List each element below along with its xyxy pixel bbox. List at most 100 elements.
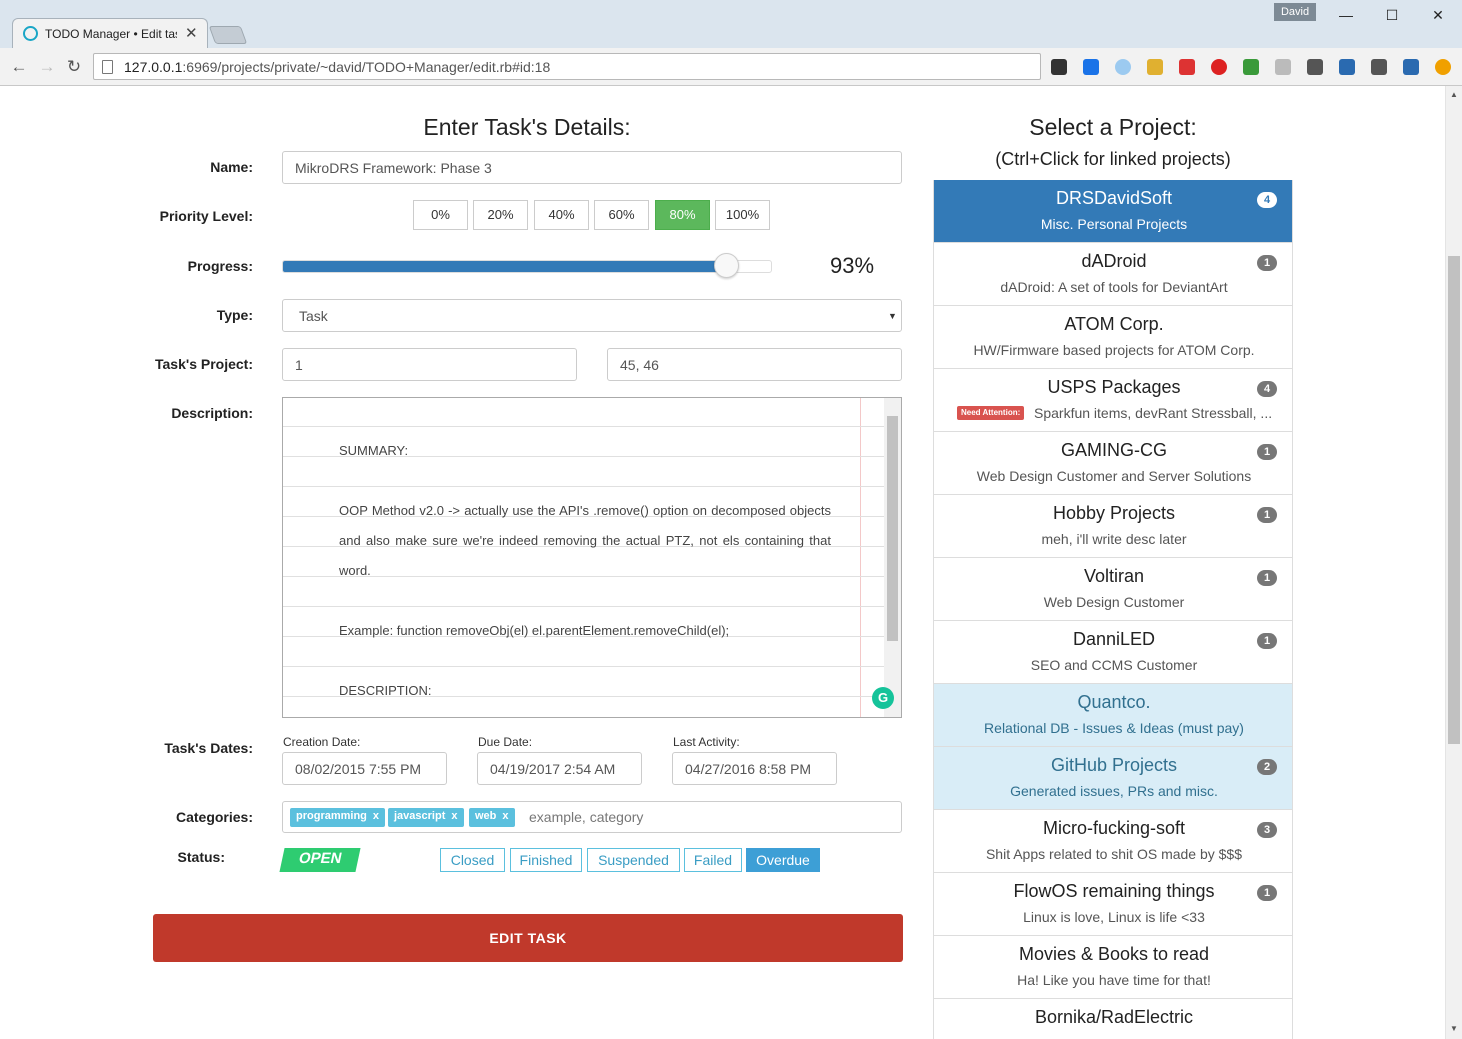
extension-icon[interactable] [1083, 59, 1099, 75]
mail-icon[interactable] [1371, 59, 1387, 75]
primary-project-input[interactable]: 1 [282, 348, 577, 381]
extension-icon[interactable] [1275, 59, 1291, 75]
forward-arrow-icon[interactable]: → [36, 56, 58, 78]
page-scrollbar[interactable]: ▲ ▼ [1445, 86, 1462, 1039]
task-count-badge: 1 [1257, 633, 1277, 649]
project-list-item[interactable]: DanniLED SEO and CCMS Customer 1 [934, 621, 1292, 684]
address-bar[interactable]: 127.0.0.1:6969/projects/private/~david/T… [93, 53, 1041, 80]
status-failed-button[interactable]: Failed [684, 848, 742, 872]
due-date-input[interactable]: 04/19/2017 2:54 AM [477, 752, 642, 785]
priority-40-button[interactable]: 40% [534, 200, 589, 230]
description-scrollbar-thumb[interactable] [887, 416, 898, 641]
back-arrow-icon[interactable]: ← [8, 56, 30, 78]
creation-date-input[interactable]: 08/02/2015 7:55 PM [282, 752, 447, 785]
edit-task-button[interactable]: EDIT TASK [153, 914, 903, 962]
type-label: Type: [216, 307, 253, 323]
extension-icon[interactable] [1115, 59, 1131, 75]
project-list-item[interactable]: ATOM Corp. HW/Firmware based projects for… [934, 306, 1292, 369]
window-close-button[interactable]: ✕ [1416, 4, 1460, 26]
project-name: Movies & Books to read [1018, 944, 1210, 964]
status-suspended-button[interactable]: Suspended [587, 848, 680, 872]
category-tag[interactable]: web x [469, 808, 515, 827]
scroll-down-icon[interactable]: ▼ [1450, 1024, 1458, 1033]
ruled-line [283, 606, 885, 607]
remove-tag-icon[interactable]: x [451, 810, 457, 822]
progress-slider-handle[interactable] [714, 253, 740, 278]
project-list: DRSDavidSoft Misc. Personal Projects 4 dADr… [933, 180, 1293, 1039]
project-list-hint: (Ctrl+Click for linked projects) [995, 149, 1231, 169]
name-label: Name: [210, 159, 253, 175]
project-label: Task's Project: [155, 356, 253, 372]
task-count-badge: 4 [1257, 192, 1277, 208]
status-closed-button[interactable]: Closed [440, 848, 505, 872]
ruled-line [283, 426, 885, 427]
maximize-button[interactable]: ☐ [1370, 4, 1414, 26]
extension-icon[interactable] [1147, 59, 1163, 75]
priority-0-button[interactable]: 0% [413, 200, 468, 230]
category-tag-label: javascript [394, 810, 446, 822]
progress-fill [283, 261, 728, 272]
extension-icon[interactable] [1243, 59, 1259, 75]
name-input[interactable]: MikroDRS Framework: Phase 3 [282, 151, 902, 184]
project-list-item[interactable]: GAMING-CG Web Design Customer and Server … [934, 432, 1292, 495]
task-count-badge: 1 [1257, 444, 1277, 460]
progress-slider[interactable] [282, 260, 772, 273]
description-scrollbar[interactable] [884, 398, 901, 717]
adblock-icon[interactable] [1211, 59, 1227, 75]
last-activity-input[interactable]: 04/27/2016 8:58 PM [672, 752, 837, 785]
project-name: Micro-fucking-soft [1042, 818, 1186, 838]
project-name: USPS Packages [1047, 377, 1181, 397]
profile-user-badge[interactable]: David [1274, 3, 1316, 21]
project-list-item[interactable]: Hobby Projects meh, i'll write desc later… [934, 495, 1292, 558]
tab-close-icon[interactable]: ✕ [185, 24, 198, 42]
scrollbar-thumb[interactable] [1448, 256, 1460, 744]
project-list-item[interactable]: Quantco. Relational DB - Issues & Ideas (… [934, 684, 1292, 747]
priority-100-button[interactable]: 100% [715, 200, 770, 230]
progress-label: Progress: [187, 258, 253, 274]
description-textarea[interactable]: SUMMARY: OOP Method v2.0 -> actually use… [282, 397, 902, 718]
project-list-item[interactable]: FlowOS remaining things Linux is love, Li… [934, 873, 1292, 936]
minimize-button[interactable]: — [1324, 4, 1368, 26]
priority-60-button[interactable]: 60% [594, 200, 649, 230]
extension-icon[interactable] [1339, 59, 1355, 75]
extension-icon[interactable] [1179, 59, 1195, 75]
project-description: Sparkfun items, devRant Stressball, ... [1034, 405, 1273, 421]
category-tag[interactable]: programming x [290, 808, 386, 827]
project-list-item[interactable]: Micro-fucking-soft Shit Apps related to s… [934, 810, 1292, 873]
status-label: Status: [177, 849, 225, 865]
project-list-item[interactable]: dADroid dADroid: A set of tools for Devia… [934, 243, 1292, 306]
project-list-item[interactable]: Voltiran Web Design Customer 1 [934, 558, 1292, 621]
project-list-item[interactable]: USPS Packages Sparkfun items, devRant Str… [934, 369, 1292, 432]
browser-tab[interactable]: TODO Manager • Edit task ✕ [12, 18, 208, 48]
search-icon[interactable] [1403, 59, 1419, 75]
project-name: GAMING-CG [1061, 440, 1167, 460]
extension-icon[interactable] [1051, 59, 1067, 75]
description-summary: SUMMARY: [339, 443, 409, 458]
scroll-up-icon[interactable]: ▲ [1450, 90, 1458, 99]
priority-80-button[interactable]: 80% [655, 200, 710, 230]
project-list-item[interactable]: Bornika/RadElectric [934, 999, 1292, 1039]
grammarly-icon[interactable]: G [872, 687, 894, 709]
project-list-item[interactable]: Movies & Books to read Ha! Like you have … [934, 936, 1292, 999]
linked-projects-input[interactable]: 45, 46 [607, 348, 902, 381]
browser-titlebar: TODO Manager • Edit task ✕ David — ☐ ✕ [0, 0, 1462, 48]
category-tag[interactable]: javascript x [388, 808, 464, 827]
extension-icon[interactable] [1307, 59, 1323, 75]
categories-placeholder: example, category [529, 809, 644, 825]
alert-icon[interactable] [1435, 59, 1451, 75]
status-finished-button[interactable]: Finished [510, 848, 582, 872]
remove-tag-icon[interactable]: x [502, 810, 508, 822]
ruled-line [283, 486, 885, 487]
priority-20-button[interactable]: 20% [473, 200, 528, 230]
type-select[interactable]: Task [282, 299, 902, 332]
ruled-margin [860, 398, 861, 717]
status-overdue-button[interactable]: Overdue [746, 848, 820, 872]
project-list-item[interactable]: DRSDavidSoft Misc. Personal Projects 4 [934, 180, 1292, 243]
project-description: Misc. Personal Projects [1040, 216, 1188, 232]
project-list-item[interactable]: GitHub Projects Generated issues, PRs and… [934, 747, 1292, 810]
remove-tag-icon[interactable]: x [373, 810, 379, 822]
new-tab-button[interactable] [208, 26, 248, 44]
categories-label: Categories: [175, 809, 253, 825]
reload-icon[interactable]: ↻ [63, 56, 85, 78]
form-heading: Enter Task's Details: [423, 114, 631, 140]
